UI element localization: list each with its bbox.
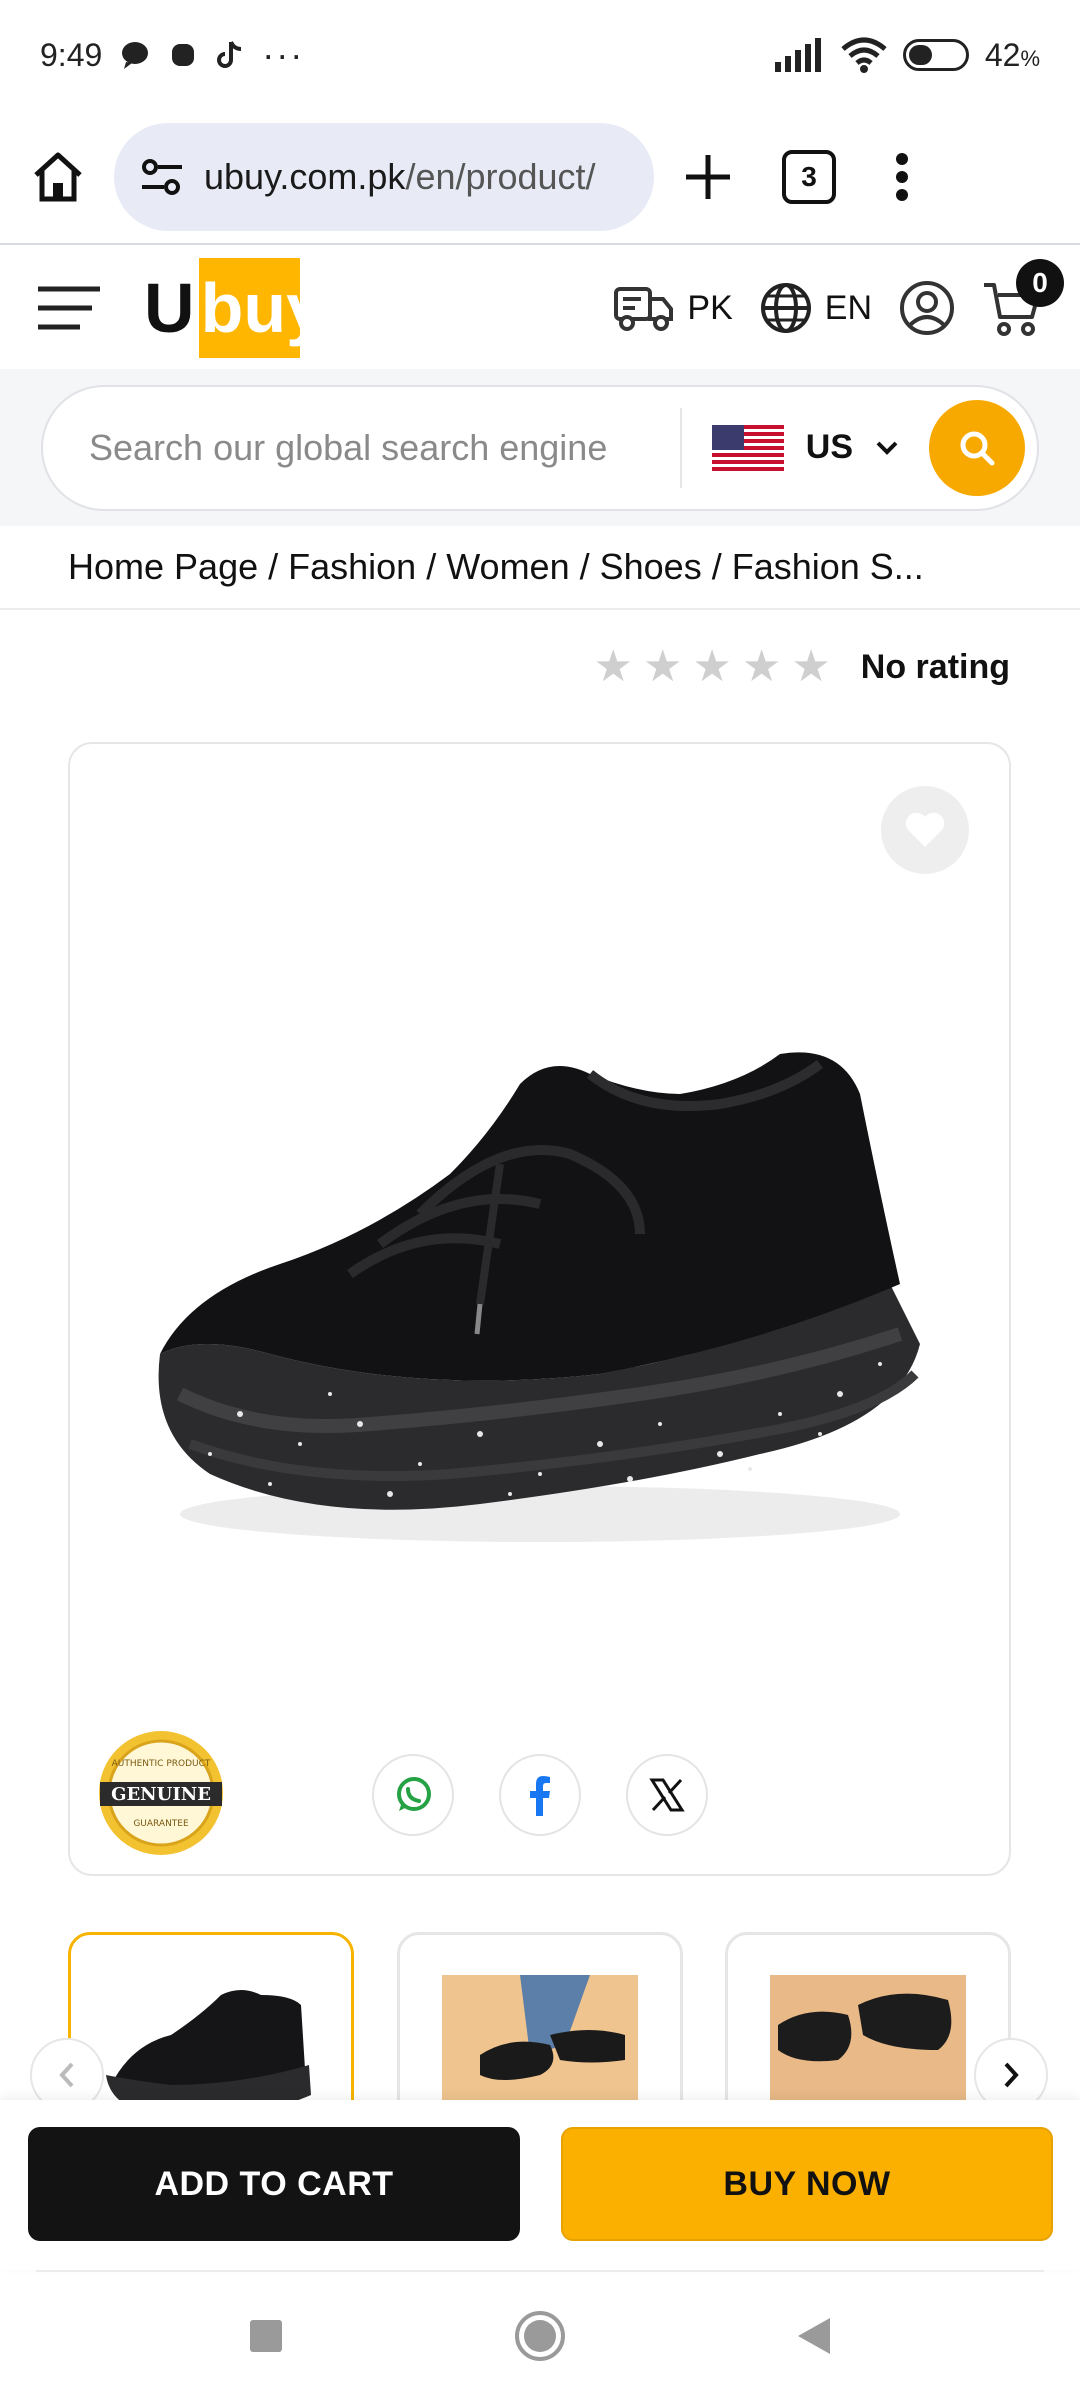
delivery-country-selector[interactable]: PK [613, 283, 733, 333]
site-settings-icon[interactable] [140, 157, 184, 197]
delivery-truck-icon [614, 287, 674, 331]
logo-text: buy [200, 269, 326, 347]
thumbnail-next-button[interactable] [974, 2038, 1048, 2100]
search-bar: US [41, 384, 1039, 511]
store-country: US [805, 428, 853, 466]
rating-text: No rating [860, 647, 1010, 686]
more-notifications-icon: ··· [262, 34, 305, 75]
product-action-bar: ADD TO CART BUY NOW [0, 2100, 1080, 2270]
breadcrumb-home[interactable]: Home Page [68, 546, 258, 588]
breadcrumb-fashion[interactable]: Fashion [288, 546, 416, 588]
tab-switcher-button[interactable]: 3 [782, 149, 836, 204]
site-header: Ubuy PK EN 0 [0, 247, 1080, 369]
star-icon: ★ [791, 642, 831, 691]
status-time: 9:49 [40, 36, 103, 73]
status-bar: 9:49 ··· 42% [0, 0, 1080, 110]
chat-notification-icon [122, 42, 149, 69]
thumbnail-image [106, 1990, 311, 2100]
battery-percent: 42 [984, 36, 1021, 73]
search-input[interactable] [89, 426, 680, 469]
thumbnail-3[interactable] [725, 1932, 1011, 2100]
user-account-icon [900, 281, 954, 335]
search-section: US [0, 369, 1080, 526]
app-notification-icon [172, 44, 195, 66]
cart-count-badge: 0 [1016, 259, 1064, 307]
tiktok-notification-icon [217, 41, 242, 68]
hamburger-icon [38, 286, 100, 330]
more-vert-icon [896, 152, 908, 201]
language-selector[interactable]: EN [759, 281, 872, 335]
signal-icon [774, 38, 821, 72]
breadcrumb-fashion-sneakers[interactable]: Fashion S... [732, 546, 924, 588]
back-icon[interactable] [796, 2316, 832, 2356]
language-code: EN [824, 288, 872, 327]
add-to-cart-button[interactable]: ADD TO CART [28, 2127, 520, 2241]
cart-button[interactable]: 0 [982, 259, 1064, 337]
thumbnail-1[interactable] [68, 1932, 354, 2100]
product-image-card: AUTHENTIC PRODUCT GENUINE GUARANTEE [68, 742, 1011, 1876]
whatsapp-icon [397, 1777, 431, 1811]
wifi-icon [841, 37, 887, 73]
plus-icon [686, 154, 730, 199]
url-path: /en/product/ [405, 155, 596, 197]
share-facebook-button[interactable] [499, 1754, 581, 1836]
tab-count: 3 [801, 160, 817, 192]
product-image-black-sneaker[interactable] [120, 1014, 980, 1574]
us-flag-icon [711, 424, 784, 471]
thumbnail-carousel [0, 1932, 1080, 2100]
menu-button[interactable] [36, 285, 102, 331]
facebook-icon [530, 1776, 550, 1816]
logo-letter: U [140, 258, 199, 358]
breadcrumb-separator: / [579, 546, 590, 587]
address-bar[interactable]: ubuy.com.pk/en/product/ [114, 122, 654, 231]
breadcrumb-women[interactable]: Women [446, 546, 569, 588]
chevron-down-icon [876, 441, 898, 455]
thumbnail-image [770, 1975, 966, 2100]
share-x-button[interactable] [626, 1754, 708, 1836]
breadcrumb: Home Page / Fashion / Women / Shoes / Fa… [0, 526, 1080, 610]
home-nav-icon[interactable] [514, 2310, 566, 2362]
genuine-product-badge: AUTHENTIC PRODUCT GENUINE GUARANTEE [99, 1731, 223, 1855]
star-icon: ★ [741, 642, 782, 691]
thumbnail-image [442, 1975, 638, 2100]
breadcrumb-shoes[interactable]: Shoes [600, 546, 702, 588]
delivery-country: PK [687, 288, 733, 327]
chevron-left-icon [59, 2062, 74, 2088]
battery-icon [902, 39, 969, 71]
x-icon [649, 1778, 685, 1812]
badge-bottom-text: GUARANTEE [133, 1819, 189, 1829]
thumbnail-2[interactable] [397, 1932, 683, 2100]
breadcrumb-separator: / [426, 546, 437, 587]
home-button[interactable] [30, 149, 86, 205]
battery-unit: % [1020, 45, 1040, 71]
recent-apps-icon[interactable] [248, 2318, 284, 2354]
ubuy-logo[interactable]: Ubuy [140, 258, 325, 358]
star-icon: ★ [593, 642, 633, 691]
star-icon: ★ [642, 642, 683, 691]
star-icon: ★ [692, 642, 732, 691]
browser-menu-button[interactable] [894, 151, 910, 203]
search-button[interactable] [929, 399, 1025, 496]
home-icon [34, 152, 82, 201]
chevron-right-icon [1004, 2062, 1019, 2088]
breadcrumb-separator: / [711, 546, 722, 587]
wishlist-button[interactable] [881, 786, 969, 874]
country-store-selector[interactable]: US [679, 407, 929, 488]
account-button[interactable] [898, 279, 956, 337]
system-nav-bar [0, 2272, 1080, 2400]
badge-text: GENUINE [111, 1784, 211, 1805]
breadcrumb-separator: / [268, 546, 279, 587]
globe-icon [760, 283, 811, 333]
buy-now-button[interactable]: BUY NOW [561, 2127, 1053, 2241]
battery-fill [908, 45, 932, 65]
share-whatsapp-button[interactable] [372, 1754, 454, 1836]
badge-top-text: AUTHENTIC PRODUCT [112, 1759, 211, 1769]
product-rating: ★ ★ ★ ★ ★ No rating [594, 645, 1010, 689]
url-domain: ubuy.com.pk [204, 155, 406, 197]
browser-toolbar: ubuy.com.pk/en/product/ 3 [0, 110, 1080, 245]
heart-icon [905, 812, 945, 847]
search-icon [960, 431, 995, 465]
new-tab-button[interactable] [682, 151, 734, 203]
